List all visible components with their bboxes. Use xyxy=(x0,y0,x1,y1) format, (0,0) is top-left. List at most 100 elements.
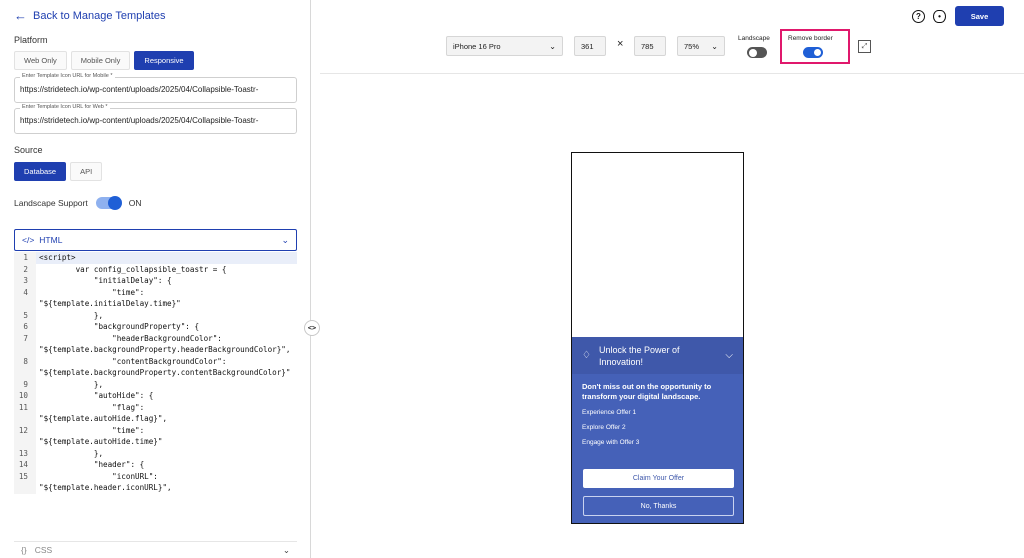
toggle-knob xyxy=(749,49,757,57)
line-text: "initialDelay": { xyxy=(39,276,172,285)
code-line: 3 "initialDelay": { xyxy=(14,275,297,287)
height-input[interactable]: 785 xyxy=(634,36,666,56)
width-input[interactable]: 361 xyxy=(574,36,606,56)
line-text: }, xyxy=(39,379,104,389)
line-text: }, xyxy=(39,310,104,320)
source-database[interactable]: Database xyxy=(14,162,67,181)
html-code-editor[interactable]: 1 <script> 2 var config_collapsible_toastr… xyxy=(14,252,297,540)
line-text: "header": { xyxy=(39,460,145,469)
landscape-label: Landscape xyxy=(738,35,770,42)
code-line: 12 "time": "${template.autoHide.time}" xyxy=(14,424,297,448)
line-text: <script> xyxy=(39,253,76,262)
bell-icon: ♢ xyxy=(582,350,591,361)
platform-mobile-only[interactable]: Mobile Only xyxy=(70,51,131,70)
line-text: var config_collapsible_toastr = { xyxy=(39,264,227,274)
code-line: 15 "iconURL": "${template.header.iconURL… xyxy=(14,470,297,494)
line-text: "headerBackgroundColor": "${template.bac… xyxy=(39,333,291,355)
no-thanks-button[interactable]: No, Thanks xyxy=(583,496,734,516)
toastr-header[interactable]: ♢ Unlock the Power of Innovation! ⌵ xyxy=(572,337,743,374)
landscape-support-row: Landscape Support ON xyxy=(14,196,141,210)
expand-icon[interactable]: ⤢ xyxy=(858,40,871,53)
toastr-offer-1[interactable]: Experience Offer 1 xyxy=(582,409,733,416)
claim-offer-button[interactable]: Claim Your Offer xyxy=(583,469,734,488)
code-line: 11 "flag": "${template.autoHide.flag}", xyxy=(14,401,297,425)
line-text: "time": "${template.autoHide.time}" xyxy=(39,425,163,447)
platform-selector: Web Only Mobile Only Responsive xyxy=(14,51,194,70)
times-symbol: × xyxy=(617,38,624,50)
platform-responsive[interactable]: Responsive xyxy=(134,51,194,70)
line-number: 3 xyxy=(14,275,36,287)
line-number: 10 xyxy=(14,390,36,402)
remove-border-label: Remove border xyxy=(788,35,833,42)
line-number: 4 xyxy=(14,286,36,310)
zoom-value: 75% xyxy=(684,41,700,51)
css-editor-tab[interactable]: {} CSS ⌄ xyxy=(14,541,297,558)
toggle-knob xyxy=(107,196,122,210)
device-preview-frame: ♢ Unlock the Power of Innovation! ⌵ Don'… xyxy=(571,152,744,524)
line-number: 7 xyxy=(14,332,36,356)
editor-panel: ← Back to Manage Templates Platform Web … xyxy=(0,0,311,558)
line-number: 12 xyxy=(14,424,36,448)
line-text: }, xyxy=(39,448,104,458)
device-select[interactable]: iPhone 16 Pro ⌄ xyxy=(446,36,563,56)
zoom-select[interactable]: 75% ⌄ xyxy=(677,36,725,56)
toastr-offer-3[interactable]: Engage with Offer 3 xyxy=(582,439,733,446)
height-value: 785 xyxy=(641,41,654,51)
collapsible-toastr: ♢ Unlock the Power of Innovation! ⌵ Don'… xyxy=(572,337,743,523)
toastr-offer-2[interactable]: Explore Offer 2 xyxy=(582,424,733,431)
eye-icon[interactable]: • xyxy=(933,10,946,23)
code-line: 10 "autoHide": { xyxy=(14,390,297,402)
chevron-down-icon: ⌄ xyxy=(711,41,718,51)
line-number: 8 xyxy=(14,355,36,379)
line-text: "iconURL": "${template.header.iconURL}", xyxy=(39,471,172,493)
line-number: 2 xyxy=(14,263,36,275)
code-line: 8 "contentBackgroundColor": "${template.… xyxy=(14,355,297,379)
web-url-field[interactable]: Enter Template Icon URL for Web * xyxy=(14,104,297,134)
source-api[interactable]: API xyxy=(70,162,103,181)
line-number: 11 xyxy=(14,401,36,425)
back-label: Back to Manage Templates xyxy=(33,9,166,22)
help-icon[interactable]: ? xyxy=(912,10,925,23)
toastr-title: Unlock the Power of Innovation! xyxy=(598,344,680,367)
css-tab-label: CSS xyxy=(34,545,53,555)
line-text: "time": "${template.initialDelay.time}" xyxy=(39,287,181,309)
web-url-input[interactable] xyxy=(20,116,292,125)
line-text: "autoHide": { xyxy=(39,391,154,400)
code-line: 9 }, xyxy=(14,378,297,390)
save-button[interactable]: Save xyxy=(955,6,1004,26)
braces-icon: {} xyxy=(21,545,27,555)
chevron-down-icon[interactable]: ⌵ xyxy=(725,350,733,361)
chevron-down-icon: ⌄ xyxy=(281,234,289,245)
toastr-headline: Don't miss out on the opportunity to tra… xyxy=(582,382,712,401)
mobile-url-field[interactable]: Enter Template Icon URL for Mobile * xyxy=(14,73,297,103)
code-line: 2 var config_collapsible_toastr = { xyxy=(14,263,297,275)
arrow-left-icon: ← xyxy=(14,8,27,23)
remove-border-toggle[interactable] xyxy=(803,47,823,58)
chevron-down-icon: ⌄ xyxy=(282,544,290,555)
landscape-support-toggle[interactable] xyxy=(95,196,122,210)
html-editor-tab[interactable]: </> HTML ⌄ xyxy=(14,229,297,251)
platform-web-only[interactable]: Web Only xyxy=(14,51,67,70)
back-link[interactable]: ← Back to Manage Templates xyxy=(14,9,165,22)
toggle-knob xyxy=(814,49,821,56)
line-number: 13 xyxy=(14,447,36,459)
code-line: 13 }, xyxy=(14,447,297,459)
mobile-url-input[interactable] xyxy=(20,85,292,94)
width-value: 361 xyxy=(581,41,594,51)
code-line: 5 }, xyxy=(14,309,297,321)
landscape-support-label: Landscape Support xyxy=(14,198,88,208)
chevron-down-icon: ⌄ xyxy=(549,41,556,51)
html-tab-label: HTML xyxy=(39,235,63,245)
mobile-url-label: Enter Template Icon URL for Mobile * xyxy=(20,73,115,79)
web-url-label: Enter Template Icon URL for Web * xyxy=(20,104,110,110)
code-line: 6 "backgroundProperty": { xyxy=(14,321,297,333)
landscape-toggle[interactable] xyxy=(747,47,767,58)
code-line: 4 "time": "${template.initialDelay.time}… xyxy=(14,286,297,310)
line-number: 15 xyxy=(14,470,36,494)
source-label: Source xyxy=(14,145,43,155)
source-selector: Database API xyxy=(14,162,103,181)
line-text: "flag": "${template.autoHide.flag}", xyxy=(39,402,168,424)
device-value: iPhone 16 Pro xyxy=(453,41,501,51)
code-line: 14 "header": { xyxy=(14,459,297,471)
splitter-icon[interactable]: <> xyxy=(304,320,320,336)
